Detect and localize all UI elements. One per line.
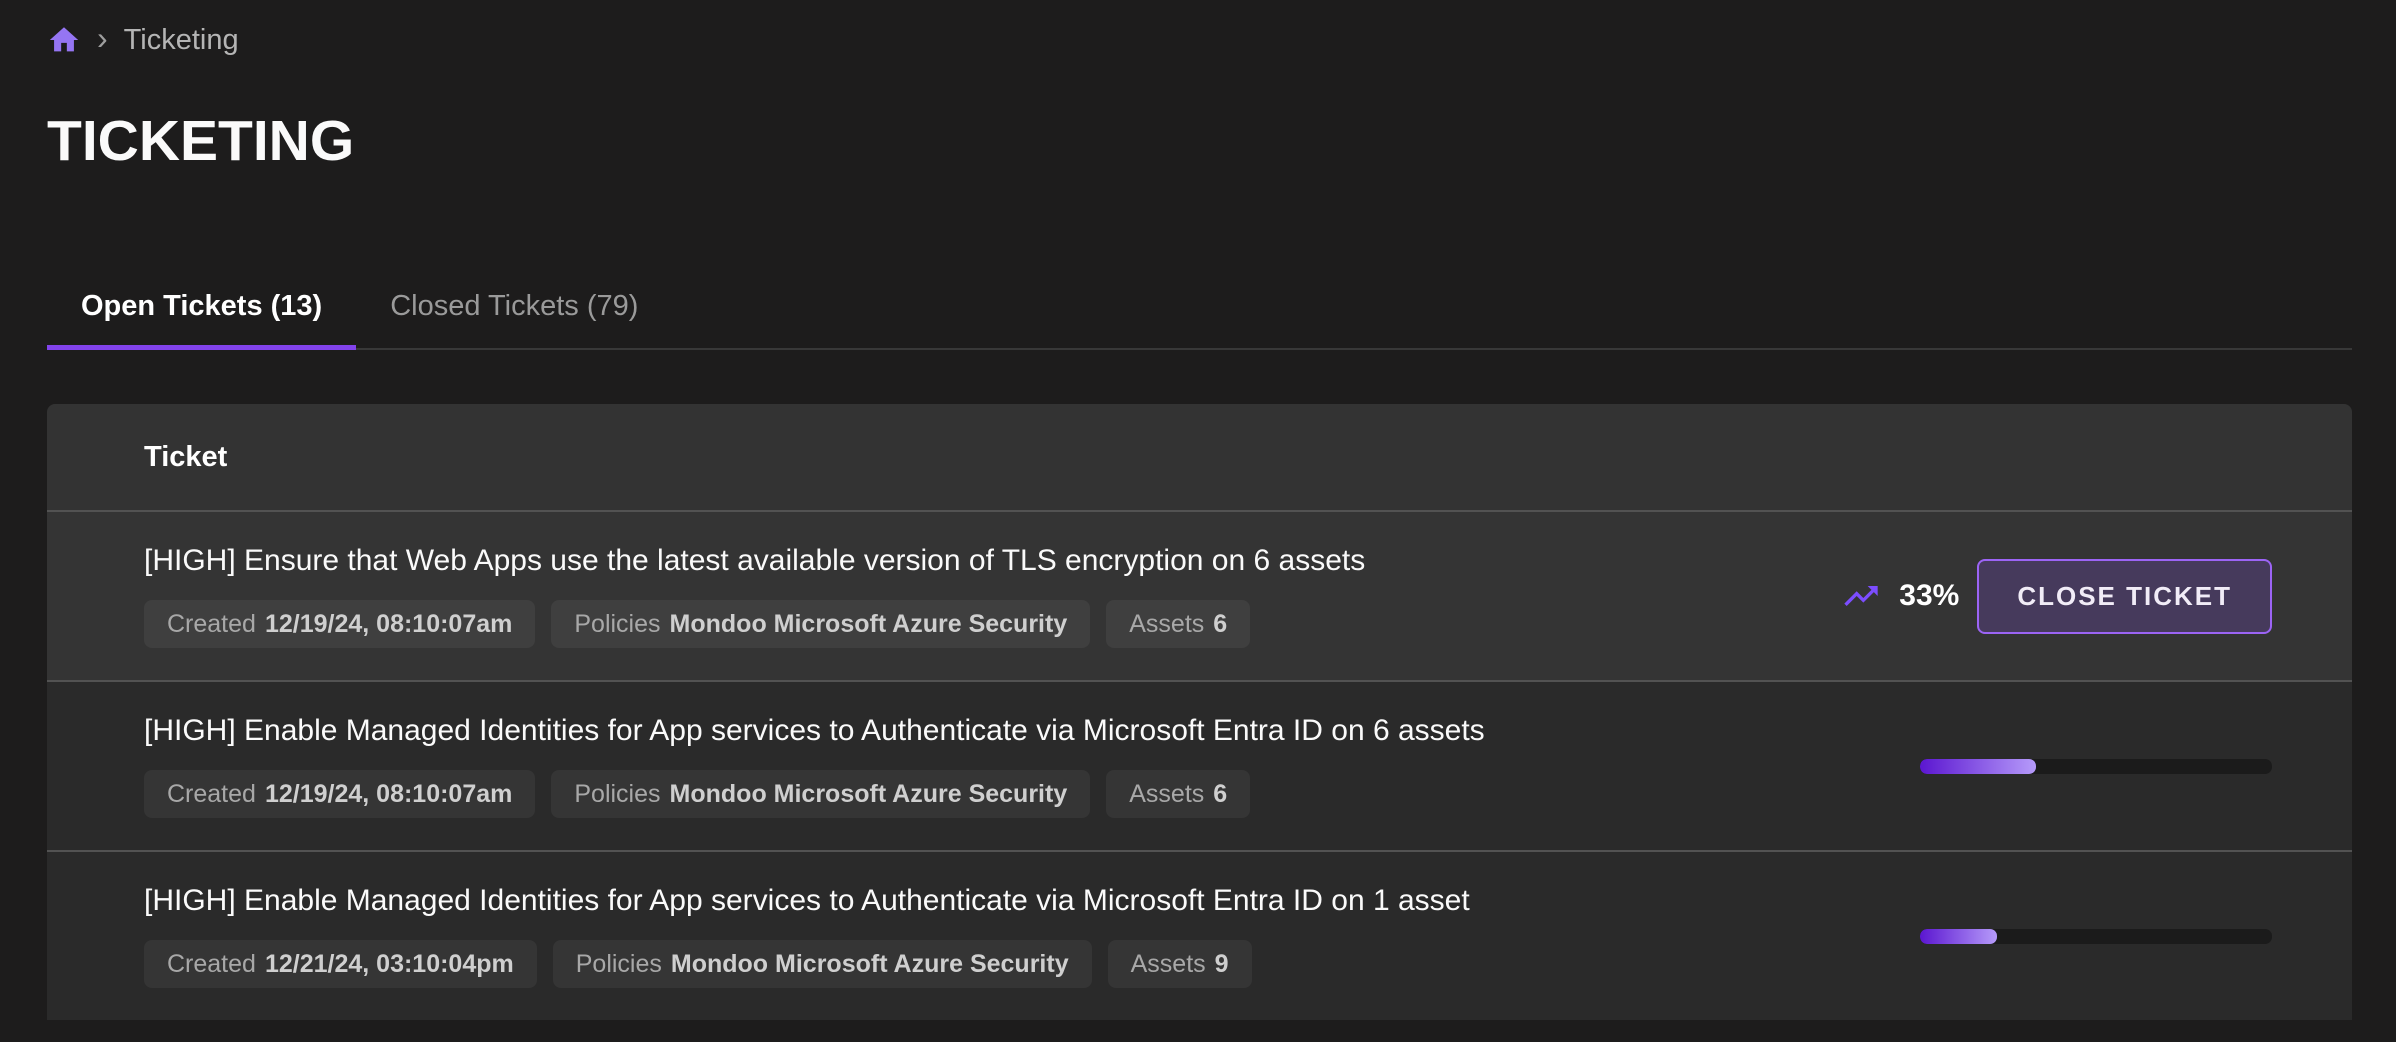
- ticket-summary: [HIGH] Enable Managed Identities for App…: [144, 714, 1920, 818]
- progress-bar-fill: [1920, 759, 2036, 774]
- page-title: TICKETING: [47, 108, 2352, 174]
- tickets-table: Ticket [HIGH] Ensure that Web Apps use t…: [47, 404, 2352, 1020]
- chip-created: Created 12/19/24, 08:10:07am: [144, 770, 535, 818]
- ticket-actions: 33% CLOSE TICKET: [1841, 559, 2272, 634]
- chip-assets: Assets 9: [1108, 940, 1252, 988]
- breadcrumb-separator: ›: [97, 22, 108, 58]
- close-ticket-button[interactable]: CLOSE TICKET: [1977, 559, 2272, 634]
- chip-created: Created 12/21/24, 03:10:04pm: [144, 940, 537, 988]
- column-header-ticket: Ticket: [144, 441, 227, 474]
- progress-bar: [1920, 759, 2272, 774]
- tab-closed-tickets[interactable]: Closed Tickets (79): [356, 270, 672, 350]
- trending-up-icon: [1841, 576, 1881, 616]
- chip-policies: Policies Mondoo Microsoft Azure Security: [551, 600, 1090, 648]
- tabs-bar: Open Tickets (13) Closed Tickets (79): [47, 270, 2352, 350]
- chip-policies: Policies Mondoo Microsoft Azure Security: [551, 770, 1090, 818]
- ticket-title: [HIGH] Ensure that Web Apps use the late…: [144, 544, 1841, 578]
- home-icon: [47, 23, 81, 57]
- breadcrumb-current: Ticketing: [124, 24, 239, 57]
- ticket-progress: [1920, 759, 2272, 774]
- ticket-chips: Created 12/19/24, 08:10:07am Policies Mo…: [144, 600, 1841, 648]
- progress-percentage: 33%: [1899, 579, 1959, 613]
- table-row[interactable]: [HIGH] Ensure that Web Apps use the late…: [47, 510, 2352, 680]
- ticket-chips: Created 12/21/24, 03:10:04pm Policies Mo…: [144, 940, 1920, 988]
- tab-open-tickets[interactable]: Open Tickets (13): [47, 270, 356, 350]
- table-header-row: Ticket: [47, 404, 2352, 510]
- chip-created: Created 12/19/24, 08:10:07am: [144, 600, 535, 648]
- chip-assets: Assets 6: [1106, 770, 1250, 818]
- ticket-title: [HIGH] Enable Managed Identities for App…: [144, 884, 1920, 918]
- progress-bar-fill: [1920, 929, 1997, 944]
- progress-bar: [1920, 929, 2272, 944]
- ticket-summary: [HIGH] Ensure that Web Apps use the late…: [144, 544, 1841, 648]
- ticket-progress: [1920, 929, 2272, 944]
- breadcrumb: › Ticketing: [47, 0, 2352, 56]
- table-row[interactable]: [HIGH] Enable Managed Identities for App…: [47, 680, 2352, 850]
- chip-policies: Policies Mondoo Microsoft Azure Security: [553, 940, 1092, 988]
- table-row[interactable]: [HIGH] Enable Managed Identities for App…: [47, 850, 2352, 1020]
- breadcrumb-home-link[interactable]: [47, 23, 81, 57]
- ticket-summary: [HIGH] Enable Managed Identities for App…: [144, 884, 1920, 988]
- ticket-chips: Created 12/19/24, 08:10:07am Policies Mo…: [144, 770, 1920, 818]
- ticket-title: [HIGH] Enable Managed Identities for App…: [144, 714, 1920, 748]
- chip-assets: Assets 6: [1106, 600, 1250, 648]
